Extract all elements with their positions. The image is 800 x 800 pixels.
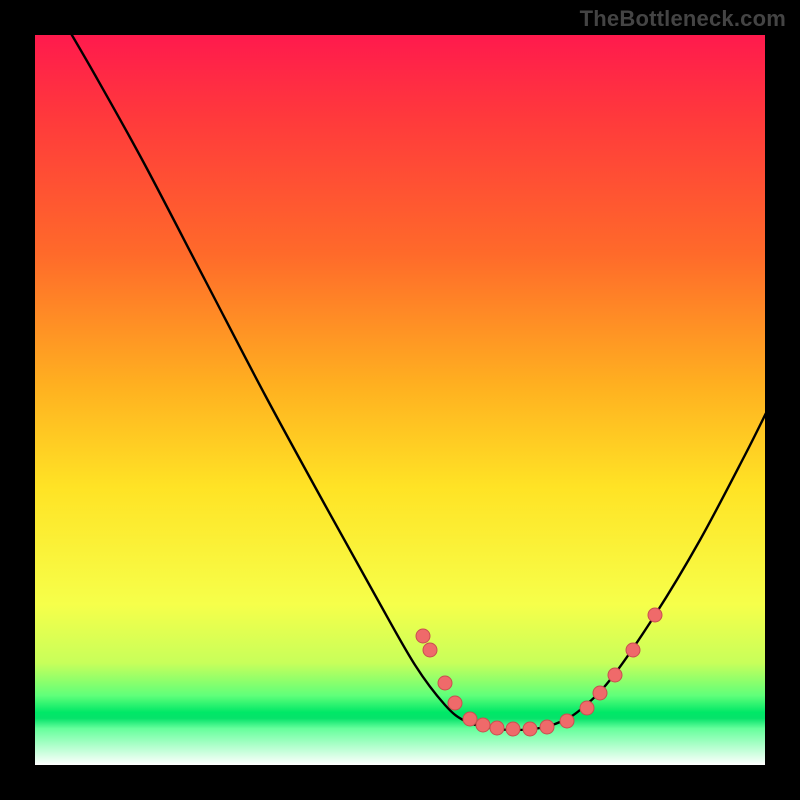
data-dot <box>476 718 490 732</box>
data-dot <box>423 643 437 657</box>
data-dot <box>463 712 477 726</box>
chart-outer-frame: TheBottleneck.com <box>0 0 800 800</box>
data-dot <box>540 720 554 734</box>
data-dot <box>448 696 462 710</box>
data-dot <box>648 608 662 622</box>
data-dots-layer <box>35 35 765 765</box>
data-dot <box>506 722 520 736</box>
data-dot <box>593 686 607 700</box>
plot-area <box>35 35 765 765</box>
data-dot <box>580 701 594 715</box>
data-dot <box>560 714 574 728</box>
watermark-text: TheBottleneck.com <box>580 6 786 32</box>
data-dot <box>523 722 537 736</box>
data-dot <box>438 676 452 690</box>
data-dot <box>416 629 430 643</box>
data-dot <box>608 668 622 682</box>
data-dot <box>490 721 504 735</box>
data-dot <box>626 643 640 657</box>
